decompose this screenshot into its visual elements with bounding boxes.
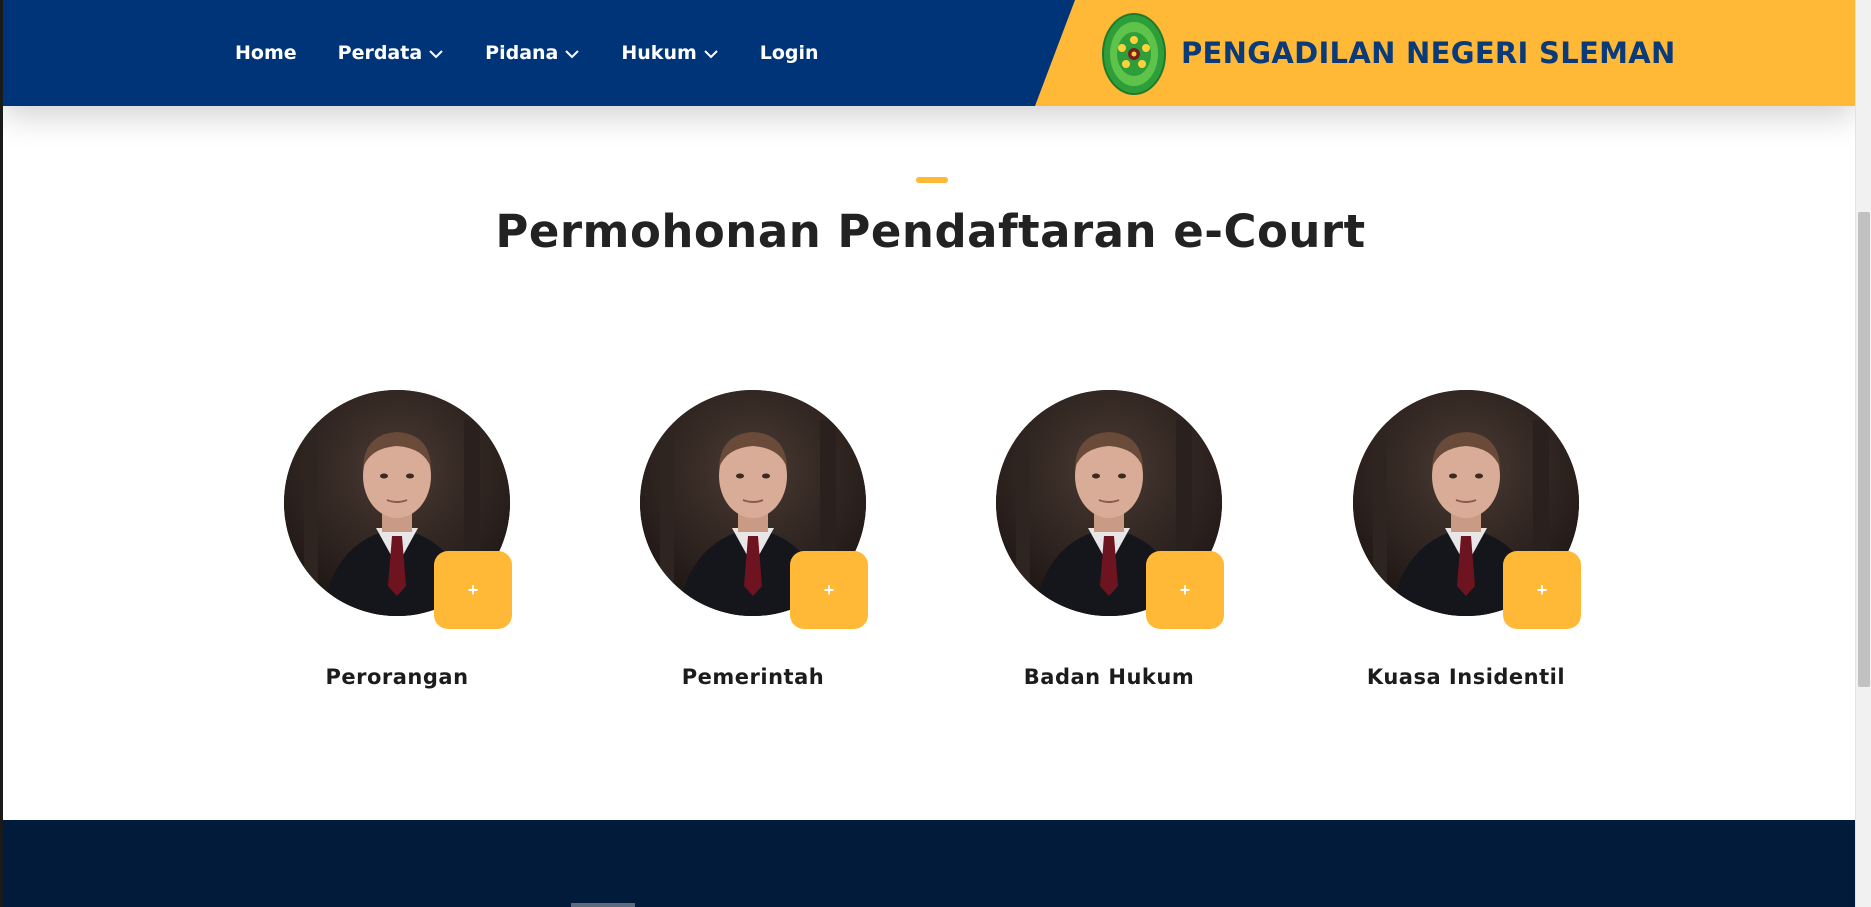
- card-label[interactable]: Kuasa Insidentil: [1301, 665, 1631, 689]
- chevron-down-icon: [429, 50, 443, 59]
- nav-pidana-label: Pidana: [485, 42, 559, 64]
- nav-login[interactable]: Login: [760, 42, 819, 64]
- card-label[interactable]: Pemerintah: [588, 665, 918, 689]
- chevron-down-icon: [565, 50, 580, 59]
- section-accent-line: [916, 177, 948, 183]
- court-seal-logo[interactable]: [1101, 12, 1167, 96]
- site-header: Home Perdata Pidana Hukum Login PENGADIL…: [3, 0, 1855, 106]
- browser-viewport: Home Perdata Pidana Hukum Login PENGADIL…: [0, 0, 1855, 907]
- add-badan-hukum-button[interactable]: +: [1146, 551, 1224, 629]
- add-pemerintah-button[interactable]: +: [790, 551, 868, 629]
- add-perorangan-button[interactable]: +: [434, 551, 512, 629]
- section-title: Permohonan Pendaftaran e-Court: [495, 205, 1366, 258]
- card-label[interactable]: Badan Hukum: [944, 665, 1274, 689]
- nav-login-label: Login: [759, 42, 819, 64]
- footer-divider: [571, 903, 635, 907]
- nav-hukum-label: Hukum: [621, 42, 697, 64]
- add-kuasa-insidentil-button[interactable]: +: [1503, 551, 1581, 629]
- nav-home-label: Home: [235, 42, 297, 64]
- site-footer: [3, 820, 1855, 907]
- scrollbar-thumb[interactable]: [1858, 212, 1870, 687]
- nav-perdata[interactable]: Perdata: [338, 42, 445, 64]
- chevron-down-icon: [704, 50, 718, 59]
- card-label[interactable]: Perorangan: [232, 665, 562, 689]
- page-scrollbar[interactable]: [1855, 0, 1871, 907]
- nav-home[interactable]: Home: [235, 42, 297, 64]
- nav-pidana[interactable]: Pidana: [485, 42, 580, 64]
- main-nav: Home Perdata Pidana Hukum Login: [235, 0, 860, 106]
- nav-hukum[interactable]: Hukum: [621, 42, 718, 64]
- nav-perdata-label: Perdata: [337, 42, 423, 64]
- brand-title[interactable]: PENGADILAN NEGERI SLEMAN: [1181, 0, 1676, 106]
